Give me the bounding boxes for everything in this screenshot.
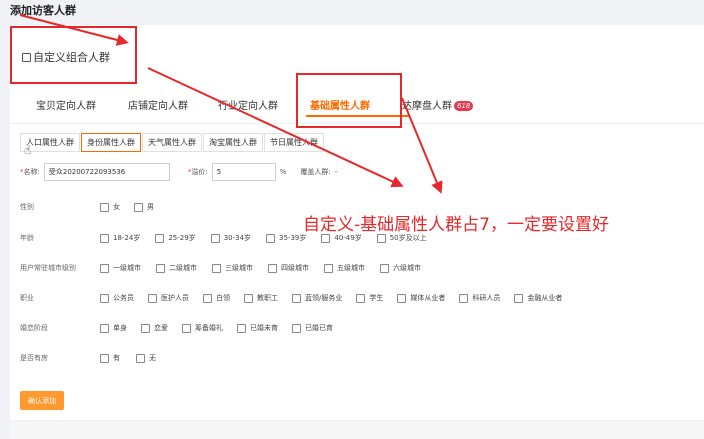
hand-cursor-icon: ☝ — [24, 143, 32, 157]
arrow-from-tab — [401, 97, 443, 194]
arrow-to-custom — [19, 14, 129, 46]
annotation-text: 自定义-基础属性人群占7，一定要设置好 — [303, 215, 609, 235]
arrow-to-annotation — [147, 67, 404, 188]
